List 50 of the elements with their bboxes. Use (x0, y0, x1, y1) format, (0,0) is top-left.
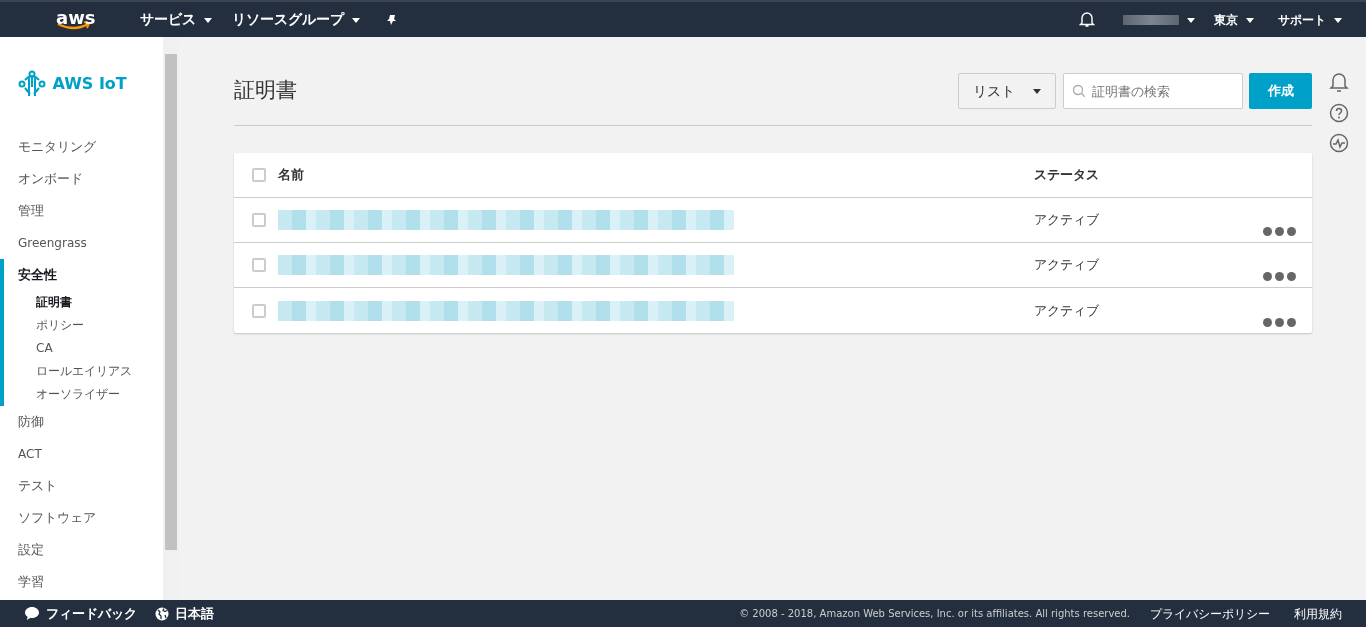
sidebar-subitem[interactable]: CA (4, 337, 163, 360)
sidebar-item[interactable]: 防御 (0, 406, 163, 438)
column-header: 名前 (278, 166, 305, 185)
help-icon[interactable] (1329, 102, 1349, 123)
checkbox[interactable] (252, 303, 266, 318)
sidebar-item[interactable]: ACT (0, 438, 163, 470)
more-actions-icon[interactable] (1263, 227, 1296, 236)
footer-link[interactable]: 利用規約 (1294, 604, 1342, 623)
sidebar-item[interactable]: モニタリング (0, 131, 163, 163)
sidebar-item[interactable]: ソフトウェア (0, 502, 163, 534)
app-title: AWS IoT (52, 73, 127, 95)
sidebar-item[interactable]: オンボード (0, 163, 163, 195)
language-link[interactable]: 日本語 (175, 603, 214, 624)
logo-text[interactable]: aws (56, 4, 96, 31)
sidebar-subitem[interactable]: オーソライザー (4, 383, 163, 406)
sidebar-item[interactable]: 設定 (0, 534, 163, 566)
feedback-link[interactable]: フィードバック (46, 603, 137, 624)
status-text: アクティブ (1034, 256, 1099, 275)
sidebar-subitem[interactable]: ロールエイリアス (4, 360, 163, 383)
column-header: ステータス (1034, 166, 1099, 185)
menu-dropdown[interactable]: 東京 (1214, 10, 1254, 29)
page-title: 証明書 (234, 78, 298, 104)
scrollbar[interactable] (163, 37, 179, 600)
checkbox[interactable] (252, 258, 266, 272)
activity-icon[interactable] (1329, 132, 1349, 153)
globe-icon (155, 606, 169, 621)
copyright-text: © 2008 - 2018, Amazon Web Services, Inc. or its affiliates. All rights reserved. (739, 607, 1130, 621)
pin-icon[interactable] (385, 13, 398, 26)
speech-bubble-icon (24, 606, 40, 621)
bell-icon[interactable] (1078, 11, 1095, 28)
search-field[interactable]: 証明書の検索 (1062, 73, 1243, 109)
more-actions-icon[interactable] (1263, 272, 1296, 281)
checkbox[interactable] (252, 213, 266, 227)
sidebar-item[interactable]: テスト (0, 470, 163, 502)
sidebar-item[interactable]: 学習 (0, 566, 163, 598)
menu-dropdown[interactable]: リソースグループ (231, 9, 360, 30)
menu-dropdown[interactable]: サービス (140, 9, 212, 30)
menu-dropdown[interactable]: サポート (1278, 10, 1342, 29)
checkbox[interactable] (252, 168, 266, 182)
sidebar-subitem[interactable]: 証明書 (4, 291, 163, 314)
more-actions-icon[interactable] (1263, 318, 1296, 327)
sidebar-subitem[interactable]: ポリシー (4, 314, 163, 337)
sidebar-item[interactable]: Greengrass (0, 227, 163, 259)
footer-link[interactable]: プライバシーポリシー (1150, 604, 1270, 623)
status-text: アクティブ (1034, 301, 1099, 320)
sidebar-item[interactable]: 安全性 (4, 259, 163, 291)
status-text: アクティブ (1034, 211, 1099, 230)
chip-icon (18, 70, 46, 98)
sidebar-item[interactable]: 管理 (0, 195, 163, 227)
view-dropdown[interactable]: リスト (958, 73, 1056, 109)
